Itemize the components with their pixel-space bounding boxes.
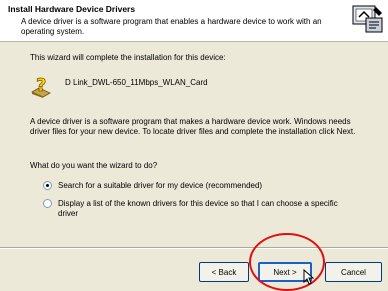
header-subtitle: A device driver is a software program th… [21,17,322,36]
back-button[interactable]: < Back [199,262,249,282]
radio-display-list[interactable] [43,199,52,208]
footer-separator [0,247,388,249]
option-display-list[interactable]: Display a list of the known drivers for … [43,199,359,219]
cancel-button[interactable]: Cancel [325,262,382,282]
option-display-label: Display a list of the known drivers for … [58,199,338,218]
hardware-wizard-icon [352,5,383,33]
description-text: A device driver is a software program th… [30,117,356,136]
question-text: What do you want the wizard to do? [30,161,158,170]
device-name: D Link_DWL-650_11Mbps_WLAN_Card [65,78,208,87]
header-title: Install Hardware Device Drivers [8,4,136,14]
svg-text:?: ? [36,75,46,96]
intro-text: This wizard will complete the installati… [30,53,226,62]
mouse-pointer-icon [303,269,315,285]
wizard-header: Install Hardware Device Drivers A device… [0,0,388,42]
unknown-device-icon: ? [31,75,51,98]
option-search-label: Search for a suitable driver for my devi… [58,181,263,190]
radio-search-driver[interactable] [43,181,52,190]
option-search-driver[interactable]: Search for a suitable driver for my devi… [43,181,262,191]
